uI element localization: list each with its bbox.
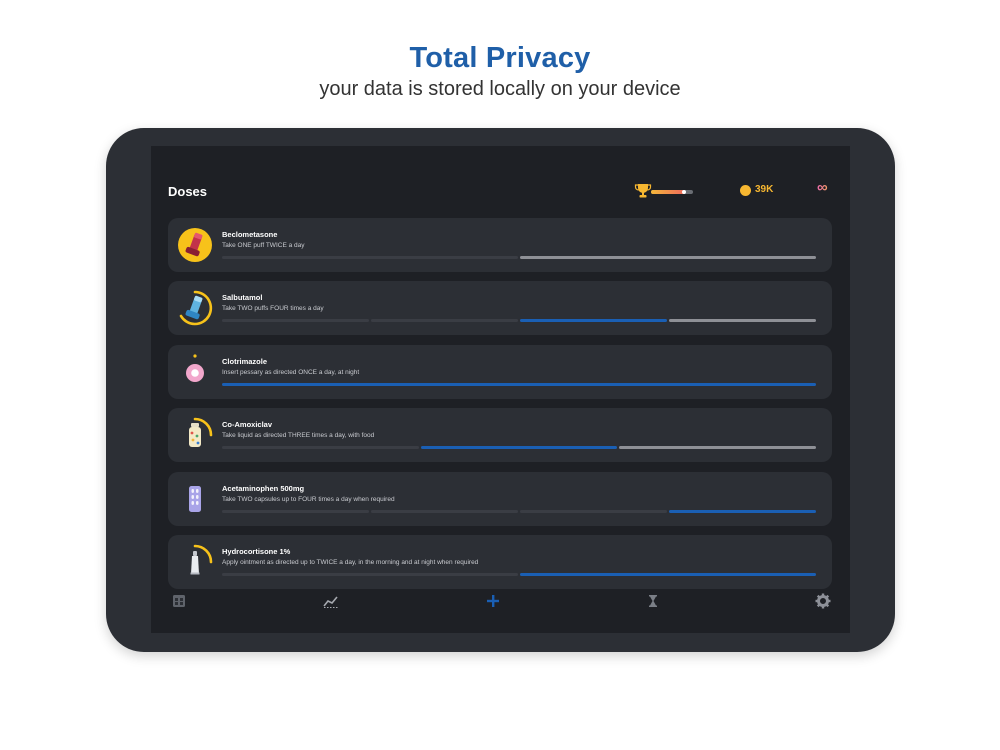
dose-progress-segment <box>520 572 816 576</box>
xp-progress-fill <box>651 190 685 194</box>
dose-instruction: Take TWO capsules up to FOUR times a day… <box>222 495 395 503</box>
dose-progress-segment <box>520 256 816 259</box>
dose-card[interactable]: Clotrimazole Insert pessary as directed O… <box>168 344 832 399</box>
capsule-blister-icon <box>189 485 201 512</box>
dose-icon-wrap <box>176 416 214 454</box>
liquid-bottle-icon <box>189 417 213 448</box>
dose-card[interactable]: Salbutamol Take TWO puffs FOUR times a da… <box>168 281 832 336</box>
inhaler-red-icon <box>178 228 212 262</box>
dose-name: Clotrimazole <box>222 356 268 366</box>
dose-instruction: Take ONE puff TWICE a day <box>222 242 305 249</box>
dose-progress-segment <box>619 446 817 450</box>
dose-name: Co-Amoxiclav <box>222 420 273 430</box>
plus-icon <box>487 595 499 607</box>
dose-progress <box>222 509 816 513</box>
dose-name: Acetaminophen 500mg <box>222 483 305 493</box>
app-screen: Doses 39K ∞ Beclometasone Take ONE puff T… <box>151 146 850 633</box>
dose-progress-segment <box>222 382 816 386</box>
tab-calendar[interactable] <box>170 592 188 610</box>
hourglass-icon <box>649 595 657 607</box>
chart-icon <box>323 596 338 608</box>
dose-progress-segment <box>371 509 518 513</box>
tab-hourglass[interactable] <box>644 592 662 610</box>
dose-list: Beclometasone Take ONE puff TWICE a day Sa… <box>168 218 832 598</box>
dose-progress-segment <box>669 509 816 513</box>
dose-progress-segment <box>222 509 369 513</box>
coin-icon <box>740 185 751 196</box>
dose-progress <box>222 446 817 450</box>
dose-name: Hydrocortisone 1% <box>222 546 291 556</box>
dose-instruction: Take TWO puffs FOUR times a day <box>222 305 324 313</box>
dose-progress-segment <box>222 319 369 323</box>
dose-progress <box>222 256 816 259</box>
pessary-icon <box>186 354 204 382</box>
app-header: Doses 39K ∞ <box>168 180 832 204</box>
dose-progress-segment <box>669 319 816 323</box>
xp-progress-marker <box>682 190 686 194</box>
xp-progress-bar <box>651 190 693 194</box>
dose-progress <box>222 572 816 576</box>
promo-subline: your data is stored locally on your devi… <box>319 78 681 100</box>
dose-instruction: Take liquid as directed THREE times a da… <box>222 432 375 440</box>
tab-bar <box>168 592 832 612</box>
dose-progress-segment <box>222 256 518 259</box>
dose-instruction: Insert pessary as directed ONCE a day, a… <box>222 368 360 376</box>
ointment-tube-icon <box>190 544 213 575</box>
dose-progress <box>222 319 816 323</box>
dose-progress-segment <box>420 446 618 450</box>
promo-headline: Total Privacy <box>409 42 591 74</box>
dose-icon-wrap <box>176 353 214 391</box>
dose-card[interactable]: Co-Amoxiclav Take liquid as directed THRE… <box>168 408 832 463</box>
dose-icon-wrap <box>176 480 214 518</box>
dose-progress-segment <box>520 319 667 323</box>
dose-progress-segment <box>222 572 518 576</box>
dose-icon-wrap <box>176 543 214 581</box>
dose-name: Beclometasone <box>222 230 278 239</box>
infinity-icon[interactable]: ∞ <box>817 180 833 196</box>
gear-icon <box>815 593 831 609</box>
dose-card[interactable]: Beclometasone Take ONE puff TWICE a day <box>168 218 832 272</box>
inhaler-blue-icon <box>179 291 213 326</box>
coin-balance[interactable]: 39K <box>755 184 773 195</box>
dose-progress-segment <box>371 319 518 323</box>
dose-icon-wrap <box>176 226 214 264</box>
dose-progress <box>222 382 816 386</box>
dose-name: Salbutamol <box>222 293 263 303</box>
dose-icon-wrap <box>176 289 214 327</box>
tab-chart[interactable] <box>322 592 340 610</box>
tab-gear[interactable] <box>814 592 832 610</box>
trophy-icon[interactable] <box>634 183 652 199</box>
page-title: Doses <box>168 184 208 199</box>
calendar-icon <box>173 595 185 607</box>
dose-instruction: Apply ointment as directed up to TWICE a… <box>222 558 479 566</box>
dose-progress-segment <box>222 446 419 450</box>
dose-card[interactable]: Hydrocortisone 1% Apply ointment as direc… <box>168 534 832 589</box>
dose-card[interactable]: Acetaminophen 500mg Take TWO capsules up … <box>168 471 832 526</box>
dose-progress-segment <box>520 509 667 513</box>
tablet-frame: Doses 39K ∞ Beclometasone Take ONE puff T… <box>106 128 895 652</box>
tab-plus[interactable] <box>484 592 502 610</box>
